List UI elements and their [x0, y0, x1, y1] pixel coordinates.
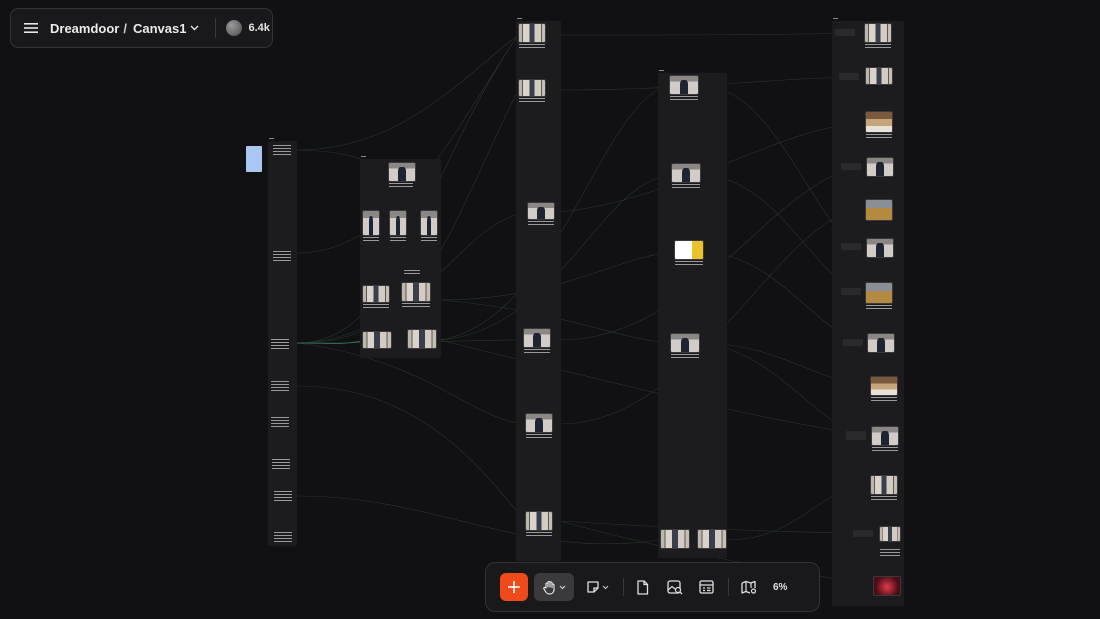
- image-node[interactable]: [670, 76, 698, 94]
- image-search-icon: [667, 579, 683, 594]
- image-node[interactable]: [675, 241, 703, 259]
- text-node[interactable]: [271, 417, 289, 429]
- video-node[interactable]: [835, 29, 855, 36]
- image-node[interactable]: [671, 334, 699, 352]
- hand-tool-button[interactable]: [534, 573, 574, 601]
- text-node[interactable]: [273, 145, 291, 157]
- chevron-down-icon[interactable]: [190, 25, 199, 31]
- image-node[interactable]: [868, 334, 894, 352]
- image-node[interactable]: [402, 283, 430, 301]
- text-node[interactable]: [271, 381, 289, 393]
- credits-indicator[interactable]: 6.4k: [226, 20, 270, 36]
- image-node[interactable]: [867, 239, 893, 257]
- text-node[interactable]: [273, 251, 291, 263]
- map-icon: [741, 580, 757, 594]
- node-group-final[interactable]: [832, 18, 904, 606]
- image-node[interactable]: [390, 211, 406, 235]
- sticky-note-icon: [587, 581, 599, 593]
- hand-icon: [542, 580, 555, 595]
- menu-button[interactable]: [11, 9, 51, 47]
- node-group-shots-a[interactable]: [516, 18, 561, 561]
- image-node[interactable]: [874, 577, 900, 595]
- canvas[interactable]: [0, 0, 1100, 619]
- image-node[interactable]: [526, 512, 552, 530]
- credits-count: 6.4k: [248, 22, 270, 34]
- video-node[interactable]: [846, 431, 866, 440]
- header-divider: [215, 18, 217, 38]
- avatar: [226, 20, 243, 36]
- toolbar-divider: [623, 578, 624, 596]
- image-node[interactable]: [867, 158, 893, 176]
- node-group-shots-b[interactable]: [658, 70, 727, 558]
- node-group-characters[interactable]: [360, 156, 441, 358]
- image-node[interactable]: [865, 24, 891, 42]
- image-node[interactable]: [672, 164, 700, 182]
- image-node[interactable]: [363, 332, 391, 348]
- node-group-prompts[interactable]: [268, 138, 297, 546]
- image-node[interactable]: [871, 377, 897, 395]
- canvas-header: Dreamdoor / Canvas1 6.4k: [10, 8, 273, 48]
- image-node[interactable]: [698, 530, 726, 548]
- layout-tool-button[interactable]: [699, 573, 714, 601]
- video-node[interactable]: [839, 73, 859, 80]
- image-node[interactable]: [524, 329, 550, 347]
- text-node[interactable]: [274, 532, 292, 544]
- image-node[interactable]: [528, 203, 554, 219]
- map-tool-button[interactable]: [741, 573, 757, 601]
- toolbar-divider: [728, 578, 729, 596]
- document-tool-button[interactable]: [636, 573, 649, 601]
- bottom-toolbar: 6%: [485, 562, 820, 612]
- image-node[interactable]: [519, 80, 545, 96]
- zoom-level[interactable]: 6%: [773, 582, 787, 593]
- image-node[interactable]: [421, 211, 437, 235]
- hamburger-icon: [24, 23, 38, 33]
- add-button[interactable]: [500, 573, 528, 601]
- breadcrumb-separator: /: [123, 20, 127, 36]
- image-node[interactable]: [872, 427, 898, 445]
- image-node[interactable]: [866, 200, 892, 220]
- text-node[interactable]: [272, 459, 290, 471]
- image-node[interactable]: [363, 286, 389, 302]
- layout-icon: [699, 580, 714, 594]
- video-node[interactable]: [841, 288, 861, 295]
- video-node[interactable]: [841, 243, 861, 250]
- image-node[interactable]: [880, 527, 900, 541]
- image-node[interactable]: [661, 530, 689, 548]
- sticky-note-tool-button[interactable]: [586, 573, 609, 601]
- video-node[interactable]: [853, 530, 873, 537]
- breadcrumb-canvas-name[interactable]: Canvas1: [133, 21, 186, 36]
- image-node[interactable]: [866, 112, 892, 132]
- image-node[interactable]: [389, 163, 415, 181]
- text-node[interactable]: [274, 491, 292, 503]
- sticky-note[interactable]: [246, 146, 262, 172]
- video-node[interactable]: [843, 339, 863, 346]
- image-node[interactable]: [866, 283, 892, 303]
- image-node[interactable]: [363, 211, 379, 235]
- add-icon: [508, 581, 520, 593]
- image-node[interactable]: [871, 476, 897, 494]
- image-node[interactable]: [866, 68, 892, 84]
- image-node[interactable]: [408, 330, 436, 348]
- text-node[interactable]: [271, 339, 289, 351]
- breadcrumb-workspace[interactable]: Dreamdoor: [50, 21, 119, 36]
- image-search-tool-button[interactable]: [667, 573, 683, 601]
- video-node[interactable]: [841, 163, 861, 170]
- document-icon: [637, 579, 649, 595]
- image-node[interactable]: [526, 414, 552, 432]
- chevron-down-icon: [602, 585, 609, 589]
- chevron-down-icon: [559, 585, 565, 589]
- image-node[interactable]: [519, 24, 545, 42]
